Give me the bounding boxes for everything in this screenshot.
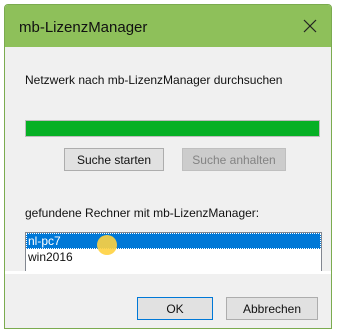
- close-icon: [303, 19, 317, 33]
- found-computers-label: gefundene Rechner mit mb-LizenzManager:: [25, 206, 260, 220]
- search-description: Netzwerk nach mb-LizenzManager durchsuch…: [25, 73, 283, 87]
- list-item[interactable]: nl-pc7: [26, 233, 321, 249]
- list-item[interactable]: win2016: [26, 249, 321, 265]
- search-progress-bar: [25, 120, 320, 137]
- ok-button[interactable]: OK: [137, 297, 213, 320]
- cancel-button[interactable]: Abbrechen: [226, 297, 318, 320]
- found-computers-list[interactable]: nl-pc7 win2016: [25, 232, 322, 272]
- stop-search-button[interactable]: Suche anhalten: [182, 148, 286, 171]
- window-title: mb-LizenzManager: [19, 19, 148, 36]
- close-button[interactable]: [297, 13, 323, 39]
- search-progress-fill: [26, 121, 319, 136]
- title-bar[interactable]: mb-LizenzManager: [5, 5, 331, 47]
- dialog-window: mb-LizenzManager Netzwerk nach mb-Lizenz…: [4, 4, 332, 329]
- cursor-indicator: [97, 235, 117, 255]
- start-search-button[interactable]: Suche starten: [64, 148, 164, 171]
- divider: [5, 271, 331, 274]
